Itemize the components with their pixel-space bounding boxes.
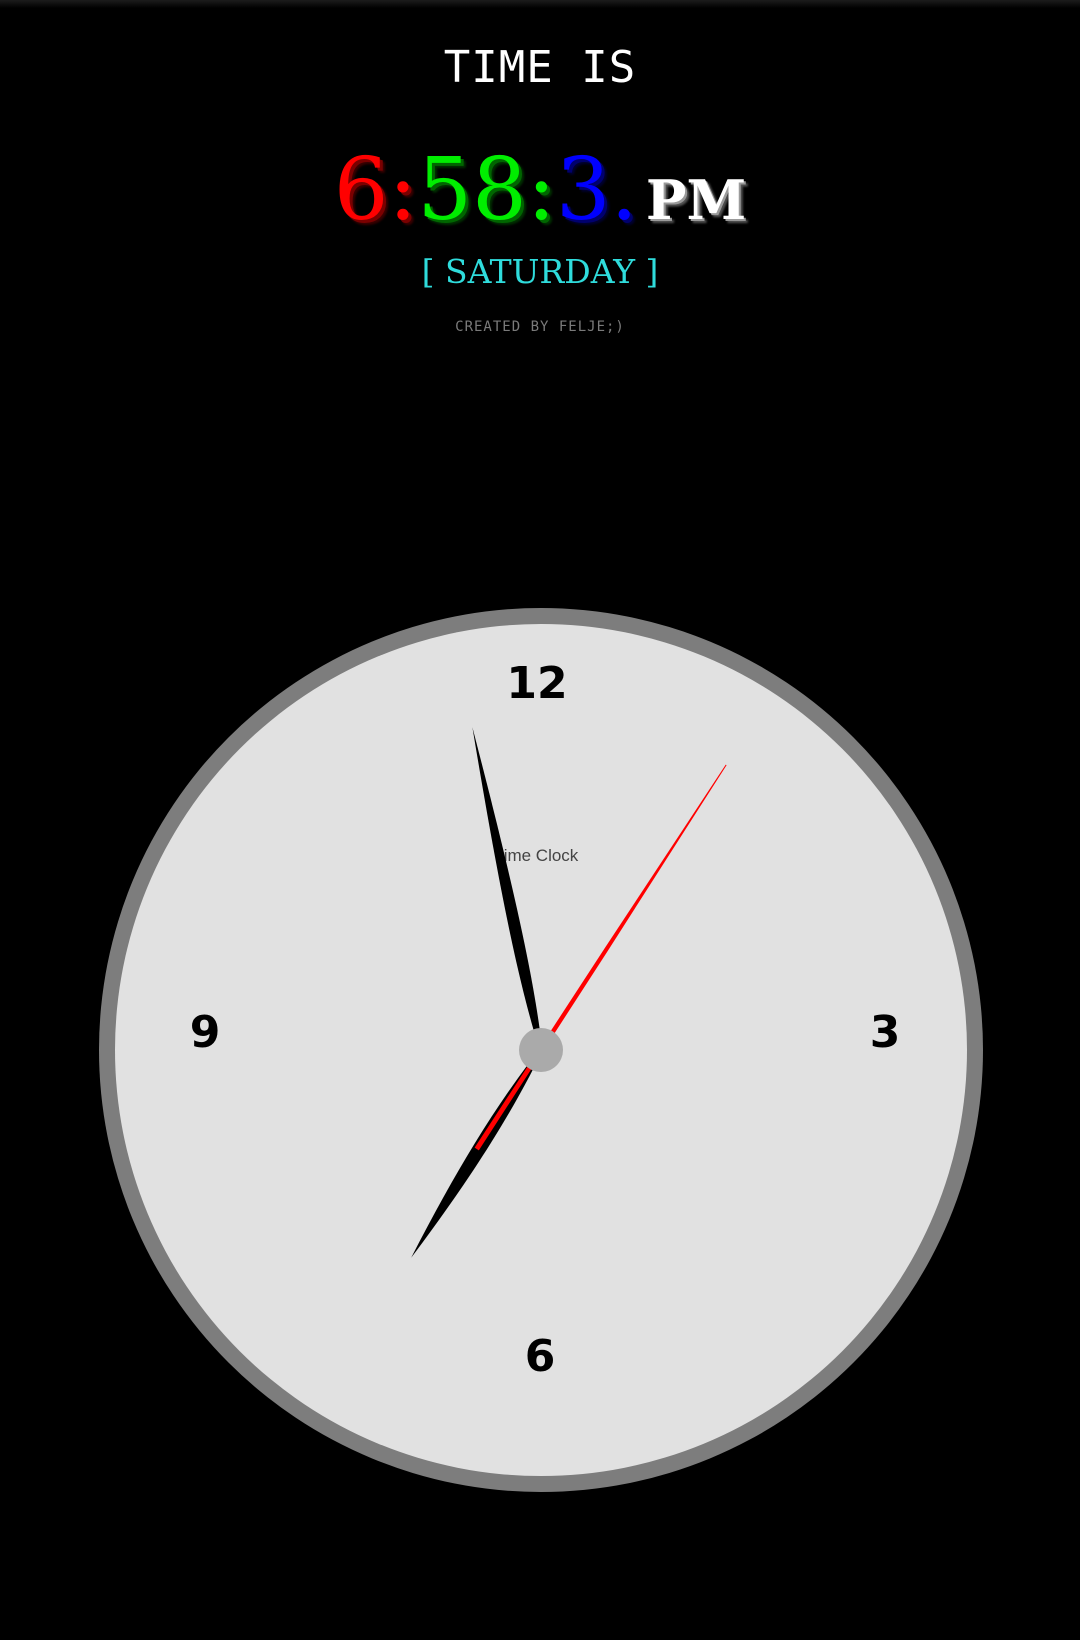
analog-clock: 12 3 6 9 ime Clock <box>99 608 983 1492</box>
clock-hands <box>411 727 727 1258</box>
digital-hours: 6 <box>333 140 389 240</box>
center-cap <box>519 1028 563 1072</box>
page-title: TIME IS <box>443 42 637 93</box>
digital-separator: : <box>526 140 556 240</box>
clock-face: 12 3 6 9 ime Clock <box>115 624 967 1476</box>
digital-ampm: PM <box>645 168 747 232</box>
digital-seconds: 3 <box>555 140 611 240</box>
second-hand <box>474 764 727 1151</box>
weekday-label: [ SATURDAY ] <box>421 252 659 291</box>
digital-separator: : <box>388 140 418 240</box>
digital-clock: 6:58:3. PM <box>0 140 1080 240</box>
top-strip <box>0 0 1080 8</box>
credit-text: CREATED BY FELJE;) <box>455 319 625 335</box>
digital-minutes: 58 <box>417 140 527 240</box>
minute-hand <box>472 727 544 1064</box>
digital-separator: . <box>610 140 638 240</box>
